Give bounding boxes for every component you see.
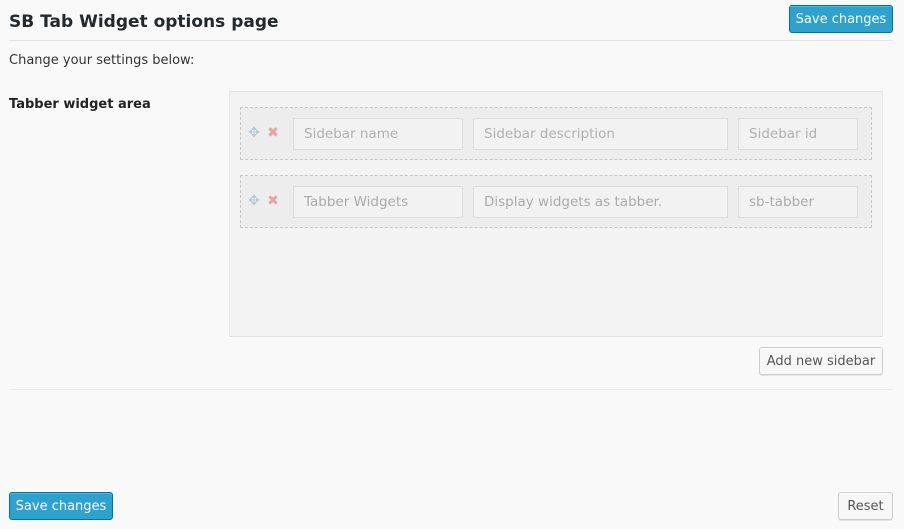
reset-button[interactable]: Reset (838, 492, 893, 520)
settings-subtitle: Change your settings below: (9, 53, 195, 68)
close-icon[interactable]: ✖ (265, 193, 281, 209)
move-icon[interactable]: ✥ (246, 125, 262, 141)
sidebar-list-area: ✥ ✖ ✥ ✖ (229, 91, 883, 337)
sidebar-description-input[interactable] (473, 186, 728, 218)
page-title: SB Tab Widget options page (9, 12, 279, 32)
sidebar-row[interactable]: ✥ ✖ (240, 107, 872, 160)
save-changes-button-top[interactable]: Save changes (789, 5, 893, 33)
sidebar-name-input[interactable] (293, 186, 463, 218)
tabber-widget-area-label: Tabber widget area (9, 97, 151, 112)
header-divider (9, 40, 893, 41)
sidebar-id-input[interactable] (738, 118, 858, 150)
add-new-sidebar-button[interactable]: Add new sidebar (759, 347, 883, 375)
save-changes-button-bottom[interactable]: Save changes (9, 492, 113, 520)
sidebar-name-input[interactable] (293, 118, 463, 150)
move-icon[interactable]: ✥ (246, 193, 262, 209)
section-divider (9, 389, 893, 390)
sidebar-id-input[interactable] (738, 186, 858, 218)
sidebar-description-input[interactable] (473, 118, 728, 150)
close-icon[interactable]: ✖ (265, 125, 281, 141)
sidebar-row[interactable]: ✥ ✖ (240, 175, 872, 228)
